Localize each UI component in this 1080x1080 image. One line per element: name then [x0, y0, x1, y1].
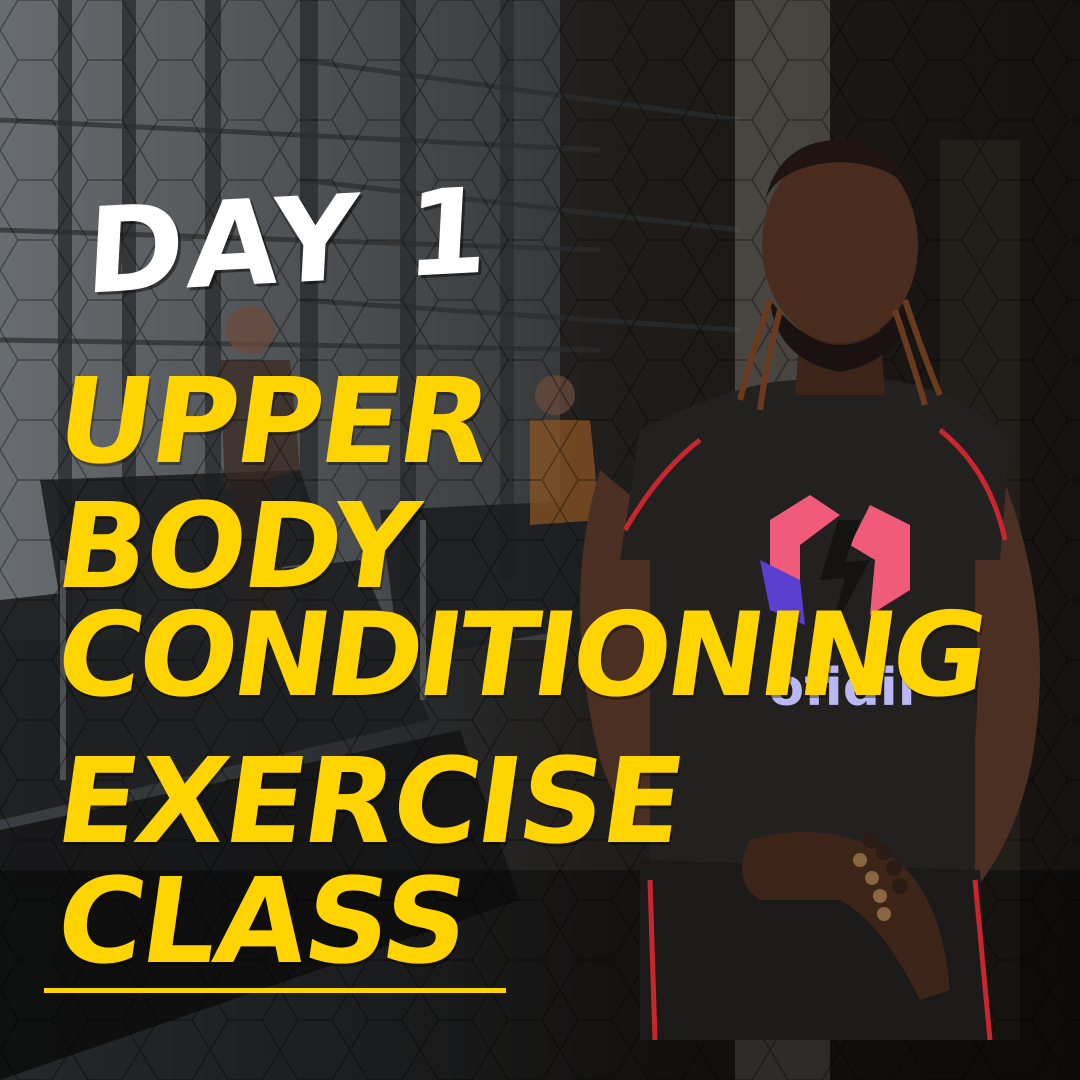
- day-label: DAY 1: [82, 161, 496, 321]
- title-line-conditioning: CONDITIONING: [48, 588, 994, 723]
- title-line-exercise: EXERCISE: [48, 732, 692, 870]
- title-underline: [44, 988, 506, 993]
- title-line-upper: UPPER: [48, 352, 499, 490]
- title-line-class: CLASS: [48, 852, 476, 990]
- poster: ofidii DAY 1 UPPER BODY CONDITIONING EXE…: [0, 0, 1080, 1080]
